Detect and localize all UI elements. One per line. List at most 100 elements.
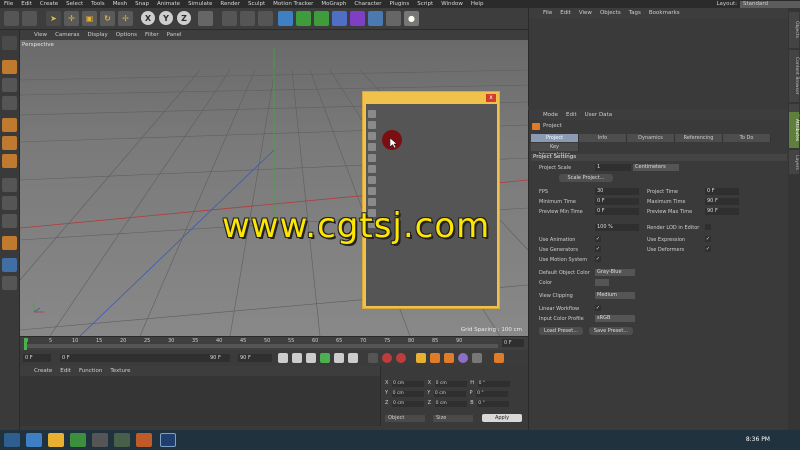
render-settings-icon[interactable] — [258, 11, 273, 26]
viewport-menu-display[interactable]: Display — [84, 32, 112, 38]
floating-palette-window[interactable]: x — [362, 91, 500, 309]
transform-icon[interactable]: ✢ — [118, 11, 133, 26]
timeline[interactable]: 0 5 10 15 20 25 30 35 40 45 50 55 60 65 … — [20, 336, 528, 350]
use-expression-checkbox[interactable]: ✓ — [705, 236, 711, 242]
layout-dropdown[interactable]: Standard — [740, 0, 800, 8]
record-active-icon[interactable] — [368, 353, 378, 363]
object-menu-objects[interactable]: Objects — [596, 10, 625, 16]
attr-menu-user-data[interactable]: User Data — [581, 112, 616, 118]
input-color-profile-dropdown[interactable]: sRGB — [595, 315, 635, 322]
key-position-icon[interactable] — [416, 353, 426, 363]
menu-character[interactable]: Character — [350, 1, 385, 7]
object-menu-tags[interactable]: Tags — [625, 10, 645, 16]
start-icon[interactable] — [4, 433, 20, 447]
next-key-icon[interactable] — [334, 353, 344, 363]
current-frame-slider[interactable]: 0 F — [60, 354, 230, 362]
excel-icon[interactable] — [70, 433, 86, 447]
tab-to-do[interactable]: To Do — [723, 134, 771, 142]
minimum-time-field[interactable]: 0 F — [595, 198, 639, 205]
autokey-icon[interactable] — [396, 353, 406, 363]
key-parameter-icon[interactable] — [458, 353, 468, 363]
edges-mode-icon[interactable] — [2, 136, 17, 150]
array-icon[interactable] — [332, 11, 347, 26]
apply-button[interactable]: Apply — [482, 414, 522, 422]
undo-icon[interactable] — [4, 11, 19, 26]
maximum-time-field[interactable]: 90 F — [705, 198, 739, 205]
menu-edit[interactable]: Edit — [17, 1, 36, 7]
load-preset-button[interactable]: Load Preset... — [539, 327, 583, 335]
nurbs-icon[interactable] — [314, 11, 329, 26]
attr-menu-mode[interactable]: Mode — [539, 112, 562, 118]
coordinate-system-icon[interactable] — [198, 11, 213, 26]
timeline-window-icon[interactable] — [494, 353, 504, 363]
points-mode-icon[interactable] — [2, 118, 17, 132]
coord-mode-dropdown[interactable]: Object — [385, 415, 425, 422]
menu-render[interactable]: Render — [216, 1, 244, 7]
viewport-menu-panel[interactable]: Panel — [163, 32, 186, 38]
key-rotation-icon[interactable] — [444, 353, 454, 363]
level-of-detail-field[interactable]: 100 % — [595, 224, 639, 231]
taskbar-app-icon[interactable] — [114, 433, 130, 447]
key-scale-icon[interactable] — [430, 353, 440, 363]
make-editable-icon[interactable] — [2, 36, 17, 50]
object-menu-view[interactable]: View — [575, 10, 596, 16]
play-backward-icon[interactable] — [306, 353, 316, 363]
menu-help[interactable]: Help — [467, 1, 488, 7]
cube-primitive-icon[interactable] — [278, 11, 293, 26]
preview-min-time-field[interactable]: 0 F — [595, 208, 639, 215]
material-menu-texture[interactable]: Texture — [106, 368, 134, 374]
texture-mode-icon[interactable] — [2, 78, 17, 92]
timeline-playhead[interactable] — [24, 338, 27, 350]
menu-script[interactable]: Script — [413, 1, 437, 7]
units-dropdown[interactable]: Centimeters — [633, 164, 679, 171]
default-object-color-dropdown[interactable]: Gray-Blue — [595, 269, 635, 276]
object-menu-edit[interactable]: Edit — [556, 10, 575, 16]
tab-project-settings[interactable]: Project Settings — [531, 134, 579, 149]
menu-tools[interactable]: Tools — [87, 1, 109, 7]
environment-icon[interactable] — [368, 11, 383, 26]
tab-referencing[interactable]: Referencing — [675, 134, 723, 142]
project-time-field[interactable]: 0 F — [705, 188, 739, 195]
save-preset-button[interactable]: Save Preset... — [589, 327, 633, 335]
rotation-p-field[interactable]: 0 ° — [476, 391, 509, 397]
move-icon[interactable]: ✛ — [64, 11, 79, 26]
model-mode-icon[interactable] — [2, 60, 17, 74]
object-manager-area[interactable] — [528, 18, 788, 106]
color-swatch[interactable] — [595, 279, 609, 286]
scale-project-button[interactable]: Scale Project... — [559, 174, 613, 182]
x-axis-button[interactable]: X — [141, 11, 155, 25]
snap-icon[interactable] — [2, 214, 17, 228]
render-view-icon[interactable] — [222, 11, 237, 26]
viewport-menu-view[interactable]: View — [30, 32, 51, 38]
scale-icon[interactable]: ▣ — [82, 11, 97, 26]
previous-key-icon[interactable] — [292, 353, 302, 363]
tab-objects[interactable]: Objects — [789, 12, 799, 48]
rotation-h-field[interactable]: 0 ° — [477, 381, 510, 387]
position-y-field[interactable]: 0 cm — [391, 391, 424, 397]
deformer-icon[interactable] — [350, 11, 365, 26]
palette-tool-icon[interactable] — [368, 165, 376, 173]
use-generators-checkbox[interactable]: ✓ — [595, 246, 601, 252]
render-picture-viewer-icon[interactable] — [240, 11, 255, 26]
palette-tool-icon[interactable] — [368, 143, 376, 151]
menu-simulate[interactable]: Simulate — [184, 1, 216, 7]
menu-snap[interactable]: Snap — [131, 1, 153, 7]
palette-tool-icon[interactable] — [368, 110, 376, 118]
menu-select[interactable]: Select — [62, 1, 87, 7]
start-frame-field[interactable]: 0 F — [23, 354, 51, 362]
view-clipping-dropdown[interactable]: Medium — [595, 292, 635, 299]
palette-tool-icon[interactable] — [368, 121, 376, 129]
play-icon[interactable] — [320, 353, 330, 363]
close-icon[interactable]: x — [486, 94, 496, 102]
size-x-field[interactable]: 0 cm — [434, 381, 467, 387]
menu-animate[interactable]: Animate — [153, 1, 184, 7]
taskbar-app-icon[interactable] — [136, 433, 152, 447]
magnet-icon[interactable] — [2, 236, 17, 250]
cinema4d-taskbar-icon[interactable] — [160, 433, 176, 447]
layer-icon[interactable] — [2, 258, 17, 272]
tab-dynamics[interactable]: Dynamics — [627, 134, 675, 142]
workplane-icon[interactable] — [2, 96, 17, 110]
menu-mograph[interactable]: MoGraph — [317, 1, 350, 7]
size-z-field[interactable]: 0 cm — [434, 401, 467, 407]
project-scale-field[interactable]: 1 — [595, 164, 631, 171]
